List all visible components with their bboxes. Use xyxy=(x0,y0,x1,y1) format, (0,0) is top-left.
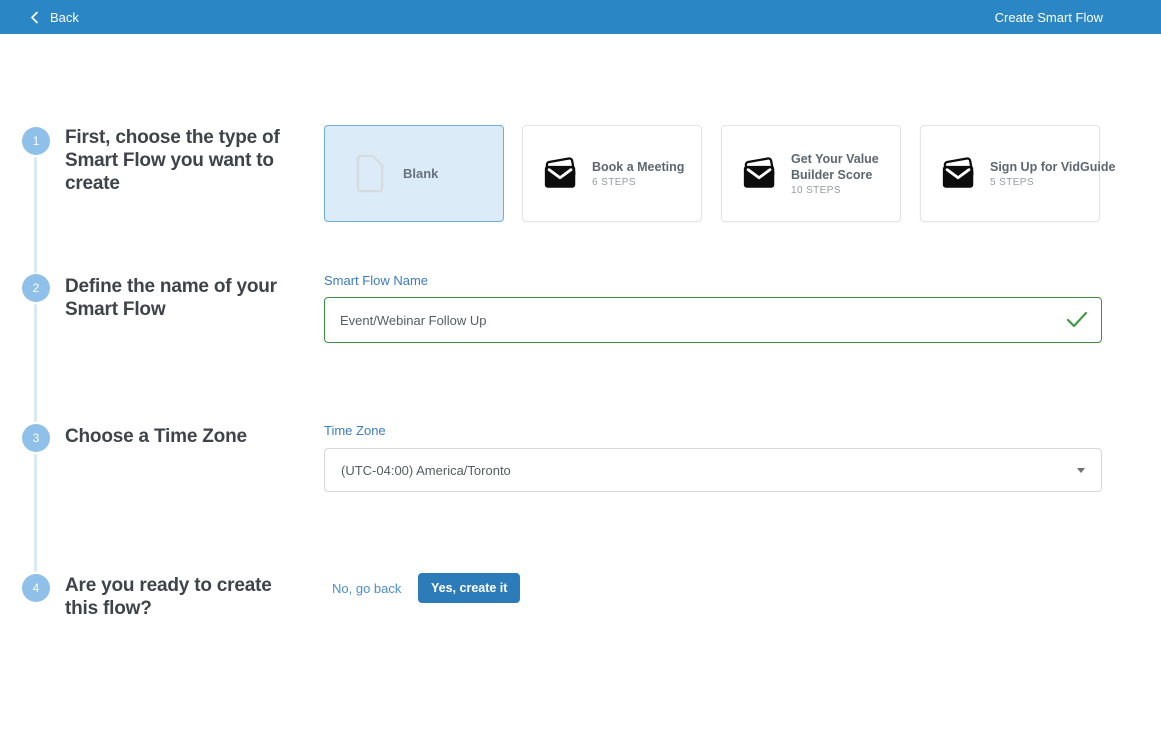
card-content: Blank xyxy=(325,154,440,193)
smart-flow-name-input[interactable] xyxy=(324,297,1102,343)
step-1-badge: 1 xyxy=(22,127,50,155)
create-smart-flow-screen: Back Create Smart Flow 1 2 3 4 First, ch… xyxy=(0,0,1161,751)
card-title: Sign Up for VidGuide xyxy=(990,159,1115,175)
step-4-heading: Are you ready to create this flow? xyxy=(65,574,305,620)
step-connector xyxy=(34,157,37,273)
step-3-badge: 3 xyxy=(22,424,50,452)
step-4-badge: 4 xyxy=(22,574,50,602)
yes-create-it-button[interactable]: Yes, create it xyxy=(418,573,520,603)
step-connector xyxy=(34,304,37,422)
smart-flow-name-label: Smart Flow Name xyxy=(324,273,428,288)
back-label: Back xyxy=(50,10,79,25)
time-zone-value: (UTC-04:00) America/Toronto xyxy=(341,463,511,478)
time-zone-label: Time Zone xyxy=(324,423,386,438)
envelope-stack-icon xyxy=(940,157,978,190)
card-title: Blank xyxy=(403,166,438,181)
card-step-count: 6 STEPS xyxy=(592,177,684,188)
envelope-stack-icon xyxy=(741,157,779,190)
flow-type-card-vidguide[interactable]: Sign Up for VidGuide 5 STEPS xyxy=(920,125,1100,222)
flow-type-card-blank[interactable]: Blank xyxy=(324,125,504,222)
card-title: Book a Meeting xyxy=(592,159,684,175)
card-content: Get Your Value Builder Score 10 STEPS xyxy=(722,151,889,196)
back-button[interactable]: Back xyxy=(30,10,79,25)
step-connector xyxy=(34,454,37,572)
card-title: Get Your Value Builder Score xyxy=(791,151,887,183)
page-title: Create Smart Flow xyxy=(995,10,1103,25)
flow-type-card-book-a-meeting[interactable]: Book a Meeting 6 STEPS xyxy=(522,125,702,222)
time-zone-select[interactable]: (UTC-04:00) America/Toronto xyxy=(324,448,1102,492)
flow-type-card-value-builder-score[interactable]: Get Your Value Builder Score 10 STEPS xyxy=(721,125,901,222)
card-step-count: 10 STEPS xyxy=(791,185,887,196)
card-content: Sign Up for VidGuide 5 STEPS xyxy=(921,157,1117,190)
card-step-count: 5 STEPS xyxy=(990,177,1115,188)
step-3-heading: Choose a Time Zone xyxy=(65,425,305,448)
chevron-left-icon xyxy=(30,11,39,24)
step-1-heading: First, choose the type of Smart Flow you… xyxy=(65,126,305,195)
card-text: Sign Up for VidGuide 5 STEPS xyxy=(990,159,1115,188)
topbar: Back Create Smart Flow xyxy=(0,0,1161,34)
no-go-back-link[interactable]: No, go back xyxy=(332,581,401,596)
envelope-stack-icon xyxy=(542,157,580,190)
card-content: Book a Meeting 6 STEPS xyxy=(523,157,686,190)
card-text: Get Your Value Builder Score 10 STEPS xyxy=(791,151,887,196)
card-text: Book a Meeting 6 STEPS xyxy=(592,159,684,188)
valid-checkmark-icon xyxy=(1066,311,1088,329)
step-2-badge: 2 xyxy=(22,274,50,302)
blank-document-icon xyxy=(355,154,385,193)
step-2-heading: Define the name of your Smart Flow xyxy=(65,275,305,321)
chevron-down-icon xyxy=(1077,468,1085,473)
